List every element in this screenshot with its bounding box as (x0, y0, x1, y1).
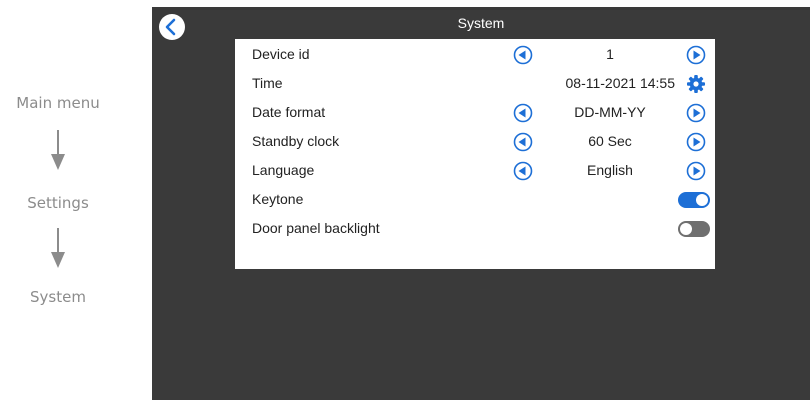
standby-clock-label: Standby clock (252, 133, 340, 149)
breadcrumb-system: System (30, 288, 86, 306)
keytone-label: Keytone (252, 191, 304, 207)
breadcrumb-settings: Settings (27, 194, 89, 212)
setting-row-time: Time 08-11-2021 14:55 (235, 70, 715, 98)
prev-arrow-icon[interactable] (513, 132, 533, 152)
setting-row-device-id: Device id 1 (235, 41, 715, 69)
setting-row-door-panel-backlight: Door panel backlight (235, 215, 715, 243)
setting-row-language: Language English (235, 157, 715, 185)
setting-row-date-format: Date format DD-MM-YY (235, 99, 715, 127)
date-format-value: DD-MM-YY (574, 104, 646, 120)
time-value: 08-11-2021 14:55 (565, 75, 676, 91)
time-label: Time (252, 75, 283, 91)
screen-title: System (457, 15, 505, 31)
device-screen: System Device id 1 Time 08-11-2021 14:55 (152, 7, 810, 400)
toggle-knob (680, 223, 692, 235)
keytone-toggle[interactable] (678, 192, 710, 208)
prev-arrow-icon[interactable] (513, 103, 533, 123)
arrow-down-icon (51, 228, 65, 268)
setting-row-keytone: Keytone (235, 186, 715, 214)
device-id-label: Device id (252, 46, 310, 62)
door-panel-backlight-label: Door panel backlight (252, 220, 380, 236)
breadcrumb-main-menu: Main menu (16, 94, 100, 112)
prev-arrow-icon[interactable] (513, 45, 533, 65)
next-arrow-icon[interactable] (686, 103, 706, 123)
next-arrow-icon[interactable] (686, 132, 706, 152)
settings-panel: Device id 1 Time 08-11-2021 14:55 Date f… (235, 39, 715, 269)
door-panel-backlight-toggle[interactable] (678, 221, 710, 237)
next-arrow-icon[interactable] (686, 161, 706, 181)
standby-clock-value: 60 Sec (588, 133, 632, 149)
date-format-label: Date format (252, 104, 326, 120)
device-id-value: 1 (606, 46, 614, 62)
toggle-knob (696, 194, 708, 206)
prev-arrow-icon[interactable] (513, 161, 533, 181)
next-arrow-icon[interactable] (686, 45, 706, 65)
language-value: English (587, 162, 633, 178)
language-label: Language (252, 162, 315, 178)
arrow-down-icon (51, 130, 65, 170)
breadcrumb: Main menu Settings System (0, 0, 150, 400)
gear-icon[interactable] (686, 74, 706, 94)
setting-row-standby-clock: Standby clock 60 Sec (235, 128, 715, 156)
